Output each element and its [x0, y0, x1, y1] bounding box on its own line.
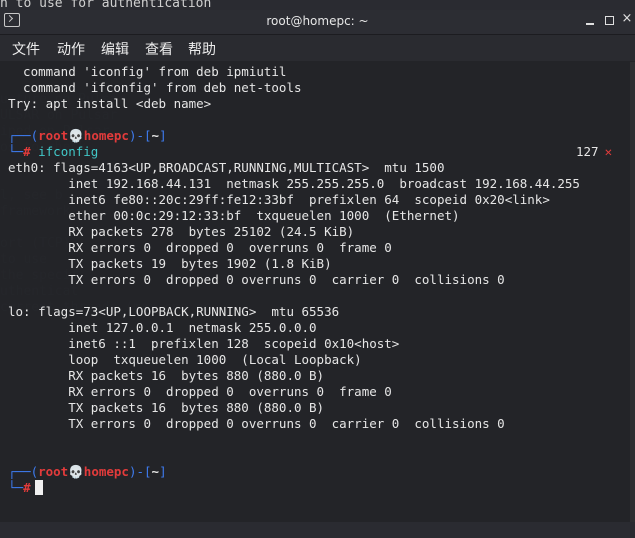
prompt-line-2: ┌──(root💀homepc)-[~]: [8, 464, 167, 479]
menu-view[interactable]: 查看: [145, 39, 173, 59]
prompt-hash: #: [23, 144, 31, 159]
close-button[interactable]: ×: [620, 12, 634, 26]
prompt-dir: ~: [151, 464, 160, 479]
ifconfig-line: RX packets 16 bytes 880 (880.0 B): [8, 368, 325, 383]
ifconfig-line: RX errors 0 dropped 0 overruns 0 frame 0: [8, 384, 392, 399]
ifconfig-line: TX errors 0 dropped 0 overruns 0 carrier…: [8, 272, 505, 287]
maximize-button[interactable]: [602, 13, 616, 27]
ifconfig-line: inet 127.0.0.1 netmask 255.0.0.0: [8, 320, 317, 335]
ifconfig-line: inet6 fe80::20c:29ff:fe12:33bf prefixlen…: [8, 192, 550, 207]
ifconfig-line: lo: flags=73<UP,LOOPBACK,RUNNING> mtu 65…: [8, 304, 340, 319]
command-text: ifconfig: [38, 144, 99, 159]
exit-status: 127 ✕: [576, 144, 612, 160]
output-line: Try: apt install <deb name>: [8, 96, 212, 111]
prompt-dir: ~: [151, 128, 160, 143]
ifconfig-line: RX errors 0 dropped 0 overruns 0 frame 0: [8, 240, 392, 255]
ifconfig-line: inet6 ::1 prefixlen 128 scopeid 0x10<hos…: [8, 336, 400, 351]
output-line: command 'iconfig' from deb ipmiutil: [8, 64, 287, 79]
ifconfig-line: eth0: flags=4163<UP,BROADCAST,RUNNING,MU…: [8, 160, 445, 175]
ifconfig-line: TX errors 0 dropped 0 overruns 0 carrier…: [8, 416, 505, 431]
menu-file[interactable]: 文件: [12, 39, 40, 59]
prompt-user: root: [38, 464, 69, 479]
ifconfig-line: inet 192.168.44.131 netmask 255.255.255.…: [8, 176, 580, 191]
ifconfig-line: TX packets 19 bytes 1902 (1.8 KiB): [8, 256, 332, 271]
prompt-host: homepc: [83, 128, 129, 143]
error-x-icon: ✕: [604, 144, 613, 159]
output-line: command 'ifconfig' from deb net-tools: [8, 80, 302, 95]
prompt-hash: #: [23, 480, 31, 495]
ifconfig-line: TX packets 16 bytes 880 (880.0 B): [8, 400, 325, 415]
ifconfig-line: loop txqueuelen 1000 (Local Loopback): [8, 352, 362, 367]
skull-icon: 💀: [68, 464, 84, 479]
terminal-output[interactable]: command 'iconfig' from deb ipmiutil comm…: [0, 62, 635, 522]
prompt-line-1: ┌──(root💀homepc)-[~]: [8, 128, 167, 143]
ifconfig-line: RX packets 278 bytes 25102 (24.5 KiB): [8, 224, 355, 239]
exit-code: 127: [576, 144, 599, 159]
scrollbar[interactable]: [630, 62, 635, 522]
command-line: └─# ifconfig: [8, 144, 99, 159]
ifconfig-line: ether 00:0c:29:12:33:bf txqueuelen 1000 …: [8, 208, 460, 223]
skull-icon: 💀: [68, 128, 84, 143]
menu-actions[interactable]: 动作: [57, 39, 85, 59]
title-bar: root@homepc: ~ ×: [0, 10, 635, 35]
prompt-host: homepc: [83, 464, 129, 479]
text-cursor: [34, 480, 43, 495]
terminal-window: root@homepc: ~ × 文件 动作 编辑 查看 帮助 command …: [0, 10, 635, 522]
minimize-button[interactable]: [583, 13, 597, 27]
menu-bar: 文件 动作 编辑 查看 帮助: [0, 35, 635, 61]
menu-help[interactable]: 帮助: [188, 39, 216, 59]
prompt-user: root: [38, 128, 69, 143]
menu-edit[interactable]: 编辑: [101, 39, 129, 59]
window-title: root@homepc: ~: [266, 14, 369, 28]
input-line[interactable]: └─#: [8, 480, 43, 496]
